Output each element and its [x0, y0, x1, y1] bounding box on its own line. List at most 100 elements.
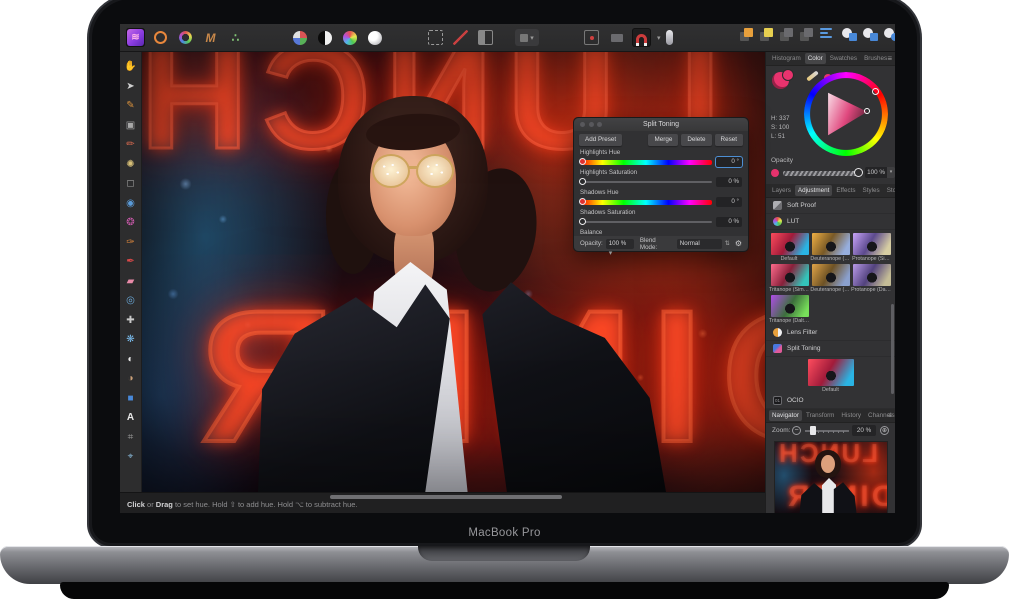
stepper-icon[interactable]: ⇅	[725, 240, 730, 247]
auto-contrast-button[interactable]	[315, 28, 334, 47]
colour-replacement-tool[interactable]: ✒	[124, 255, 138, 269]
caret-down-icon[interactable]: ▾	[887, 167, 895, 178]
highlights-hue-slider[interactable]	[580, 159, 712, 165]
opacity-dropdown[interactable]: 100 % ▾	[606, 239, 634, 249]
dodge-tool[interactable]: ◐	[124, 353, 138, 367]
develop-persona-button[interactable]	[176, 28, 195, 47]
snapping-button[interactable]	[632, 28, 651, 47]
gradient-tool[interactable]: ❂	[124, 216, 138, 230]
flood-select-tool[interactable]: ✺	[124, 158, 138, 172]
quick-mask-dropdown[interactable]: ▾	[515, 29, 539, 46]
zoom-tool[interactable]: ⌖	[124, 450, 138, 464]
shadows-saturation-value[interactable]: 0 %	[716, 217, 742, 227]
snapping-candidates-button[interactable]	[582, 28, 601, 47]
slider-thumb[interactable]	[579, 218, 586, 225]
colour-picker-tool[interactable]: ✎	[124, 99, 138, 113]
gear-icon[interactable]: ⚙	[735, 239, 742, 248]
tab-color[interactable]: Color	[805, 53, 826, 64]
soft-proof-item[interactable]: Soft Proof	[766, 198, 895, 214]
ocio-item[interactable]: 01 OCIO	[766, 393, 895, 409]
tab-histogram[interactable]: Histogram	[769, 53, 804, 64]
delete-button[interactable]: Delete	[681, 134, 711, 146]
hue-selector[interactable]	[872, 88, 879, 95]
eraser-tool[interactable]: ▰	[124, 275, 138, 289]
text-tool[interactable]: A	[124, 411, 138, 425]
saturation-selector[interactable]	[864, 108, 870, 114]
zoom-fit-icon[interactable]: ⊕	[880, 426, 889, 435]
window-traffic-lights[interactable]	[580, 122, 602, 127]
add-preset-button[interactable]: Add Preset	[579, 134, 622, 146]
blur-tool[interactable]: ❋	[124, 333, 138, 347]
shadows-hue-slider[interactable]	[580, 199, 712, 205]
tab-transform[interactable]: Transform	[803, 410, 837, 421]
shape-tool[interactable]: ■	[124, 392, 138, 406]
eyedropper-icon[interactable]	[806, 70, 819, 81]
minimize-icon[interactable]	[589, 122, 594, 127]
tab-navigator[interactable]: Navigator	[769, 410, 802, 421]
panel-menu-icon[interactable]: ≡	[887, 412, 892, 420]
selection-brush-tool[interactable]: ✏	[124, 138, 138, 152]
crop-tool[interactable]: ▣	[124, 119, 138, 133]
dialog-titlebar[interactable]: Split Toning	[574, 118, 748, 131]
tab-styles[interactable]: Styles	[860, 185, 883, 196]
close-icon[interactable]	[580, 122, 585, 127]
lens-filter-item[interactable]: Lens Filter	[766, 325, 895, 341]
lut-preset[interactable]: Protanope (Da…	[851, 264, 892, 293]
move-tool[interactable]: ➤	[124, 80, 138, 94]
move-forward-button[interactable]	[780, 28, 793, 41]
slider-thumb[interactable]	[579, 158, 586, 165]
assistant-button[interactable]	[660, 28, 679, 47]
invert-selection-button[interactable]	[476, 28, 495, 47]
tab-effects[interactable]: Effects	[833, 185, 858, 196]
mesh-warp-tool[interactable]: ⌗	[124, 431, 138, 445]
lut-preset[interactable]: Deuteranope (…	[810, 233, 851, 262]
zoom-value[interactable]: 20 %	[852, 425, 876, 436]
move-backward-button[interactable]	[800, 28, 813, 41]
view-tool[interactable]: ✋	[124, 60, 138, 74]
vertical-scrollbar[interactable]	[891, 304, 894, 394]
zoom-slider-thumb[interactable]	[810, 426, 816, 435]
opacity-slider[interactable]	[783, 171, 859, 176]
burn-tool[interactable]: ◑	[124, 372, 138, 386]
lut-item[interactable]: LUT	[766, 214, 895, 230]
flood-fill-tool[interactable]: ◉	[124, 197, 138, 211]
boolean-subtract-button[interactable]	[863, 28, 878, 41]
blend-mode-select[interactable]: Normal	[677, 239, 722, 249]
slider-thumb[interactable]	[579, 198, 586, 205]
auto-colours-button[interactable]	[340, 28, 359, 47]
slider-thumb[interactable]	[579, 178, 586, 185]
show-selection-button[interactable]	[426, 28, 445, 47]
split-toning-item[interactable]: Split Toning	[766, 341, 895, 357]
move-to-front-button[interactable]	[740, 28, 753, 41]
shadows-hue-value[interactable]: 0 °	[716, 197, 742, 207]
zoom-window-icon[interactable]	[597, 122, 602, 127]
lut-preset[interactable]: Protanope (Si…	[851, 233, 892, 262]
lut-preset[interactable]: Deuteranope (…	[810, 264, 851, 293]
auto-white-balance-button[interactable]	[365, 28, 384, 47]
move-to-back-button[interactable]	[760, 28, 773, 41]
pixel-alignment-button[interactable]	[607, 28, 626, 47]
boolean-add-button[interactable]	[842, 28, 857, 41]
horizontal-scrollbar[interactable]	[330, 495, 562, 499]
lut-preset[interactable]: Tritanope (Dalt…	[769, 295, 810, 324]
secondary-colour-swatch[interactable]	[782, 69, 794, 81]
clone-stamp-tool[interactable]: ◎	[124, 294, 138, 308]
photo-persona-button[interactable]: ≋	[126, 28, 145, 47]
boolean-divide-button[interactable]	[884, 28, 895, 41]
split-toning-default-preset[interactable]: Default	[766, 359, 895, 393]
tab-brushes[interactable]: Brushes	[861, 53, 890, 64]
highlights-saturation-value[interactable]: 0 %	[716, 177, 742, 187]
tab-stock[interactable]: Stock	[884, 185, 895, 196]
alignment-button[interactable]	[820, 28, 832, 38]
liquify-persona-button[interactable]	[151, 28, 170, 47]
auto-levels-button[interactable]	[290, 28, 309, 47]
opacity-value[interactable]: 100 %	[865, 167, 887, 178]
tone-mapping-persona-button[interactable]: M	[201, 28, 220, 47]
reset-button[interactable]: Reset	[715, 134, 743, 146]
lut-preset[interactable]: Default	[769, 233, 810, 262]
navigator-thumbnail[interactable]: LUNCH DINER	[774, 441, 888, 513]
lut-preset[interactable]: Tritanope (Sim…	[769, 264, 810, 293]
export-persona-button[interactable]: ∴	[226, 28, 245, 47]
shadows-saturation-slider[interactable]	[580, 219, 712, 225]
tab-layers[interactable]: Layers	[769, 185, 794, 196]
